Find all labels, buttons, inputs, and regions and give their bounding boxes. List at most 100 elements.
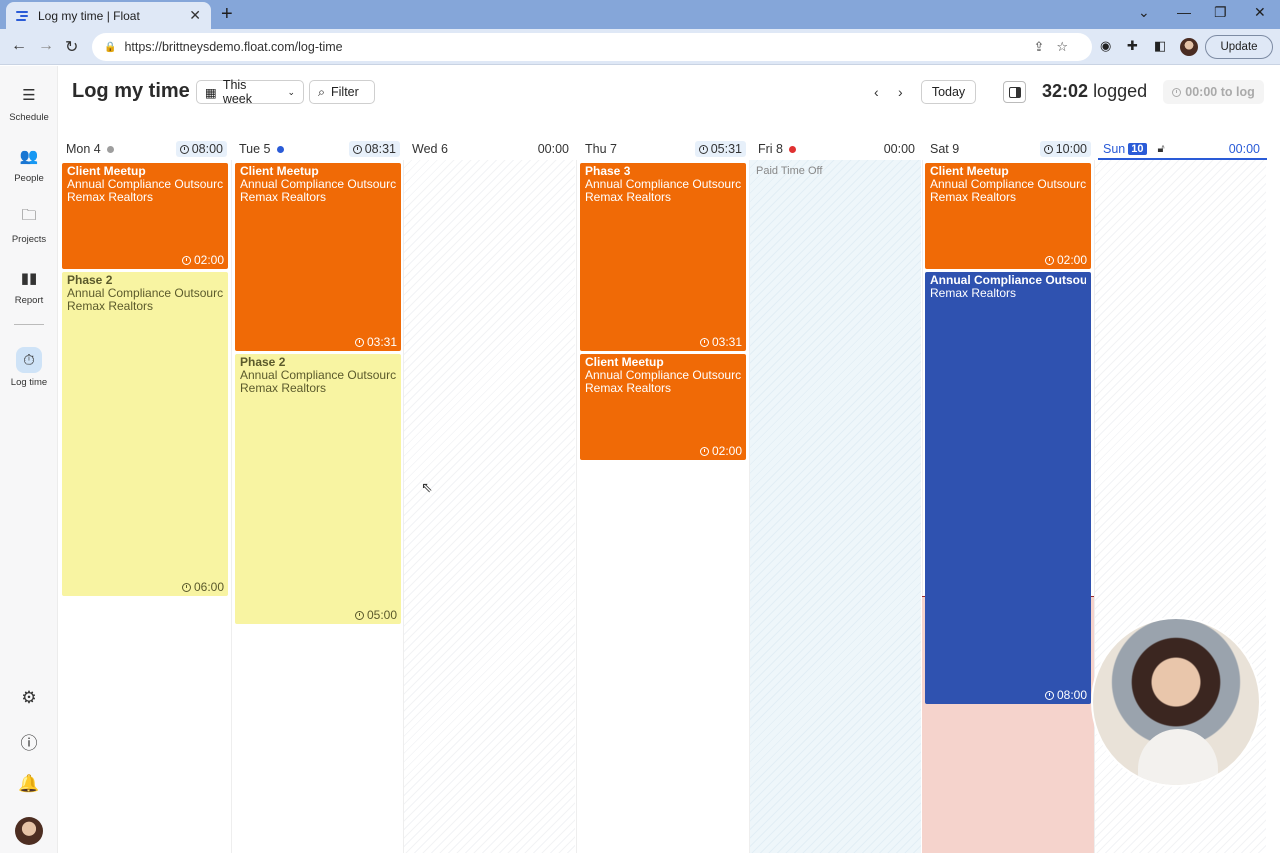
- app-sidebar: ☰ Schedule 👥 People 🗀 Projects ▮▮ Report…: [0, 66, 58, 853]
- nav-item-people[interactable]: 👥 People: [0, 143, 58, 184]
- people-icon: 👥: [19, 148, 39, 165]
- clock-icon: [699, 447, 709, 456]
- puzzle-icon[interactable]: ✚: [1127, 38, 1138, 54]
- day-total-value: 00:00: [1228, 142, 1260, 156]
- user-avatar[interactable]: [15, 817, 43, 845]
- time-entry[interactable]: Phase 2 Annual Compliance Outsourcing Re…: [235, 354, 401, 624]
- bar-chart-icon: ▮▮: [20, 270, 38, 287]
- filter-icon: ⌕: [318, 84, 326, 99]
- bell-icon[interactable]: 🔔: [17, 772, 41, 796]
- tab-title: Log my time | Float: [38, 8, 140, 23]
- mouse-cursor-icon: ⇖: [421, 479, 433, 495]
- nav-item-projects[interactable]: 🗀 Projects: [0, 204, 58, 246]
- clock-icon: [181, 583, 191, 592]
- day-name: Sat 9: [930, 142, 960, 156]
- day-total: 00:00: [534, 141, 573, 157]
- new-tab-icon[interactable]: +: [221, 4, 233, 24]
- logged-label: logged: [1093, 81, 1148, 101]
- clock-icon: [1044, 691, 1054, 700]
- close-tab-icon[interactable]: ✕: [189, 7, 201, 24]
- day-header-tue: Tue 5 08:31: [234, 141, 406, 159]
- to-log-button[interactable]: 00:00 to log: [1163, 80, 1264, 104]
- settings-icon[interactable]: ⚙: [17, 686, 41, 710]
- next-week-icon[interactable]: ›: [898, 84, 903, 100]
- time-entry[interactable]: Client Meetup Annual Compliance Outsourc…: [925, 163, 1091, 269]
- clock-icon: [181, 256, 191, 265]
- status-dot: [106, 145, 114, 153]
- restore-icon[interactable]: ❐: [1214, 4, 1227, 21]
- day-header-mon: Mon 4 08:00: [61, 141, 233, 159]
- entry-name: Phase 3: [585, 165, 631, 178]
- reload-icon[interactable]: ↻: [65, 37, 78, 57]
- profile-avatar[interactable]: [1180, 38, 1198, 56]
- status-dot: [276, 145, 284, 153]
- duration-value: 02:00: [193, 253, 224, 267]
- close-window-icon[interactable]: ✕: [1254, 4, 1266, 21]
- today-button[interactable]: Today: [921, 80, 976, 104]
- day-total: 08:31: [348, 141, 400, 157]
- day-total: 08:00: [175, 141, 227, 157]
- minimize-icon[interactable]: —: [1177, 4, 1191, 20]
- duration-value: 02:00: [711, 444, 742, 458]
- sidepanel-icon[interactable]: ◧: [1154, 38, 1166, 54]
- duration-value: 05:00: [366, 608, 397, 622]
- day-total-value: 00:00: [883, 142, 915, 156]
- unlock-icon[interactable]: 🔓︎: [1158, 143, 1165, 156]
- entry-client: Remax Realtors: [240, 382, 327, 395]
- day-header-thu: Thu 7 05:31: [580, 141, 752, 159]
- panel-toggle-icon[interactable]: [1003, 81, 1026, 103]
- page-title: Log my time: [72, 80, 190, 102]
- forward-icon[interactable]: →: [38, 37, 54, 55]
- schedule-icon: ☰: [22, 87, 36, 104]
- nav-item-report[interactable]: ▮▮ Report: [0, 265, 58, 306]
- entry-project: Annual Compliance Outsourcing: [930, 178, 1086, 191]
- day-column-wed[interactable]: [403, 160, 575, 853]
- extension-icon[interactable]: ◉: [1100, 38, 1111, 54]
- duration-value: 08:00: [1056, 688, 1087, 702]
- time-entry[interactable]: Client Meetup Annual Compliance Outsourc…: [580, 354, 746, 460]
- update-button[interactable]: Update: [1205, 35, 1273, 59]
- nav-item-log-time[interactable]: ⏱ Log time: [0, 347, 58, 388]
- filter-button[interactable]: ⌕ Filter: [309, 80, 375, 104]
- help-icon[interactable]: ⓘ: [17, 729, 41, 753]
- tab-search-icon[interactable]: ⌄: [1138, 4, 1150, 21]
- previous-week-icon[interactable]: ‹: [874, 84, 879, 100]
- entry-duration: 02:00: [181, 253, 224, 267]
- back-icon[interactable]: ←: [11, 37, 27, 55]
- time-entry[interactable]: Client Meetup Annual Compliance Outsourc…: [235, 163, 401, 351]
- day-header-wed: Wed 6 00:00: [407, 141, 579, 159]
- clock-icon: [1043, 144, 1053, 154]
- share-star-icons[interactable]: ⇪☆: [1033, 39, 1080, 55]
- logged-value: 32:02: [1042, 81, 1089, 101]
- status-dot: [789, 145, 796, 153]
- entry-project: Annual Compliance Outsourcing: [240, 178, 396, 191]
- day-name: Thu 7: [585, 142, 617, 156]
- time-entry[interactable]: Phase 2 Annual Compliance Outsourcing Re…: [62, 272, 228, 596]
- nav-item-schedule[interactable]: ☰ Schedule: [0, 82, 58, 123]
- entry-duration: 03:31: [354, 336, 397, 349]
- entry-project: Annual Compliance Outsourcing: [67, 178, 223, 191]
- nav-divider: [14, 324, 44, 325]
- entry-project: Annual Compliance Outsourcing: [585, 369, 741, 382]
- url-field[interactable]: 🔒 https://brittneysdemo.float.com/log-ti…: [92, 33, 1092, 61]
- day-column-fri[interactable]: Paid Time Off: [749, 160, 921, 853]
- logged-total: 32:02 logged: [1042, 81, 1147, 102]
- entry-project: Annual Compliance Outsourcing: [585, 178, 741, 191]
- entry-duration: 02:00: [699, 444, 742, 458]
- time-entry[interactable]: Annual Compliance Outsourcing Remax Real…: [925, 272, 1091, 704]
- day-header-sat: Sat 9 10:00: [925, 141, 1097, 159]
- time-entry[interactable]: Phase 3 Annual Compliance Outsourcing Re…: [580, 163, 746, 351]
- float-logo-icon: [16, 9, 30, 23]
- pto-label: Paid Time Off: [756, 165, 823, 177]
- clock-icon: [179, 144, 189, 154]
- time-entry[interactable]: Client Meetup Annual Compliance Outsourc…: [62, 163, 228, 269]
- day-name: Wed 6: [412, 142, 448, 156]
- day-total: 10:00: [1039, 141, 1091, 157]
- browser-tab[interactable]: Log my time | Float ✕: [6, 2, 211, 29]
- day-total: 00:00: [880, 141, 919, 157]
- entry-duration: 06:00: [181, 581, 224, 594]
- entry-duration: 02:00: [1044, 254, 1087, 267]
- clock-icon: [698, 144, 708, 154]
- date-range-dropdown[interactable]: ▦ This week ⌄: [196, 78, 304, 106]
- entry-name: Phase 2: [240, 356, 286, 369]
